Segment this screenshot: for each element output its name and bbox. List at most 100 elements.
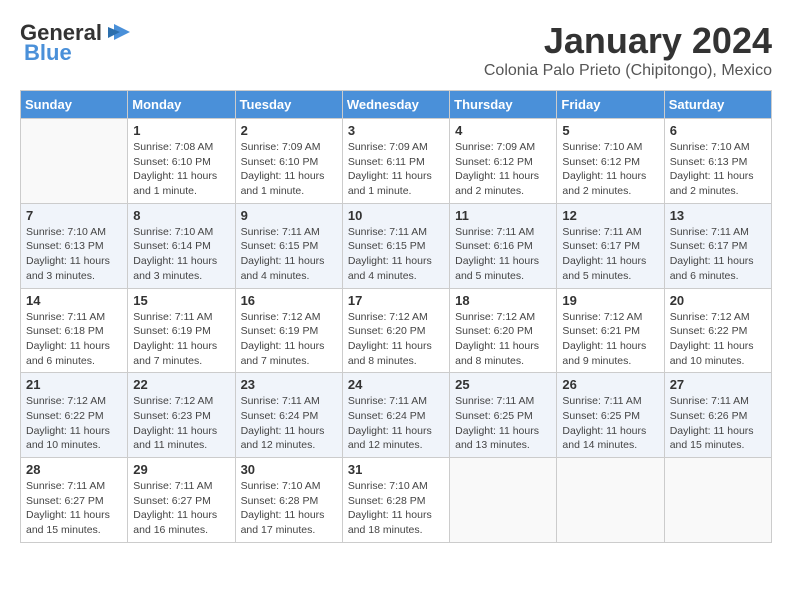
location-title: Colonia Palo Prieto (Chipitongo), Mexico bbox=[484, 62, 772, 80]
calendar-header-thursday: Thursday bbox=[450, 91, 557, 119]
day-number: 2 bbox=[241, 123, 337, 138]
day-number: 1 bbox=[133, 123, 229, 138]
calendar-header-wednesday: Wednesday bbox=[342, 91, 449, 119]
day-info: Sunrise: 7:12 AM Sunset: 6:23 PM Dayligh… bbox=[133, 394, 229, 453]
calendar-cell: 2 Sunrise: 7:09 AM Sunset: 6:10 PM Daylig… bbox=[235, 119, 342, 204]
calendar-cell: 8 Sunrise: 7:10 AM Sunset: 6:14 PM Daylig… bbox=[128, 203, 235, 288]
day-info: Sunrise: 7:11 AM Sunset: 6:18 PM Dayligh… bbox=[26, 310, 122, 369]
day-number: 10 bbox=[348, 208, 444, 223]
calendar-cell: 3 Sunrise: 7:09 AM Sunset: 6:11 PM Daylig… bbox=[342, 119, 449, 204]
day-info: Sunrise: 7:12 AM Sunset: 6:20 PM Dayligh… bbox=[455, 310, 551, 369]
calendar-cell: 4 Sunrise: 7:09 AM Sunset: 6:12 PM Daylig… bbox=[450, 119, 557, 204]
day-info: Sunrise: 7:11 AM Sunset: 6:19 PM Dayligh… bbox=[133, 310, 229, 369]
calendar-cell: 9Sunrise: 7:11 AM Sunset: 6:15 PM Daylig… bbox=[235, 203, 342, 288]
logo-icon bbox=[104, 22, 132, 44]
day-info: Sunrise: 7:12 AM Sunset: 6:21 PM Dayligh… bbox=[562, 310, 658, 369]
calendar-cell: 13 Sunrise: 7:11 AM Sunset: 6:17 PM Dayli… bbox=[664, 203, 771, 288]
day-info: Sunrise: 7:09 AM Sunset: 6:11 PM Dayligh… bbox=[348, 140, 444, 199]
calendar-cell bbox=[450, 458, 557, 543]
day-number: 29 bbox=[133, 462, 229, 477]
calendar-cell: 5 Sunrise: 7:10 AM Sunset: 6:12 PM Daylig… bbox=[557, 119, 664, 204]
month-title: January 2024 bbox=[484, 20, 772, 62]
logo: General Blue bbox=[20, 20, 132, 66]
calendar-cell: 16Sunrise: 7:12 AM Sunset: 6:19 PM Dayli… bbox=[235, 288, 342, 373]
calendar-cell: 28Sunrise: 7:11 AM Sunset: 6:27 PM Dayli… bbox=[21, 458, 128, 543]
calendar-header-row: SundayMondayTuesdayWednesdayThursdayFrid… bbox=[21, 91, 772, 119]
calendar-cell: 31Sunrise: 7:10 AM Sunset: 6:28 PM Dayli… bbox=[342, 458, 449, 543]
day-number: 3 bbox=[348, 123, 444, 138]
calendar-week-row: 28 Sunrise: 7:11 AM Sunset: 6:27 PM Dayli… bbox=[21, 458, 772, 543]
day-info: Sunrise: 7:09 AM Sunset: 6:10 PM Dayligh… bbox=[241, 140, 337, 199]
calendar-cell: 19 Sunrise: 7:12 AM Sunset: 6:21 PM Dayli… bbox=[557, 288, 664, 373]
calendar-cell: 11 Sunrise: 7:11 AM Sunset: 6:16 PM Dayli… bbox=[450, 203, 557, 288]
day-number: 4 bbox=[455, 123, 551, 138]
title-section: January 2024 Colonia Palo Prieto (Chipit… bbox=[484, 20, 772, 80]
day-info: Sunrise: 7:12 AM Sunset: 6:20 PM Dayligh… bbox=[348, 310, 444, 369]
day-number: 21 bbox=[26, 377, 122, 392]
calendar-cell: 30Sunrise: 7:10 AM Sunset: 6:28 PM Dayli… bbox=[235, 458, 342, 543]
calendar-cell: 14Sunrise: 7:11 AM Sunset: 6:18 PM Dayli… bbox=[21, 288, 128, 373]
calendar-table: SundayMondayTuesdayWednesdayThursdayFrid… bbox=[20, 90, 772, 543]
day-number: 20 bbox=[670, 293, 766, 308]
day-info: Sunrise: 7:10 AM Sunset: 6:28 PM Dayligh… bbox=[241, 479, 337, 538]
calendar-cell: 1Sunrise: 7:08 AM Sunset: 6:10 PM Daylig… bbox=[128, 119, 235, 204]
day-info: Sunrise: 7:11 AM Sunset: 6:17 PM Dayligh… bbox=[562, 225, 658, 284]
day-info: Sunrise: 7:10 AM Sunset: 6:13 PM Dayligh… bbox=[26, 225, 122, 284]
day-number: 15 bbox=[133, 293, 229, 308]
calendar-cell: 7 Sunrise: 7:10 AM Sunset: 6:13 PM Daylig… bbox=[21, 203, 128, 288]
calendar-header-friday: Friday bbox=[557, 91, 664, 119]
day-number: 22 bbox=[133, 377, 229, 392]
calendar-cell: 22 Sunrise: 7:12 AM Sunset: 6:23 PM Dayli… bbox=[128, 373, 235, 458]
day-info: Sunrise: 7:10 AM Sunset: 6:12 PM Dayligh… bbox=[562, 140, 658, 199]
day-number: 23 bbox=[241, 377, 337, 392]
calendar-week-row: 14Sunrise: 7:11 AM Sunset: 6:18 PM Dayli… bbox=[21, 288, 772, 373]
calendar-header-sunday: Sunday bbox=[21, 91, 128, 119]
day-number: 13 bbox=[670, 208, 766, 223]
day-info: Sunrise: 7:09 AM Sunset: 6:12 PM Dayligh… bbox=[455, 140, 551, 199]
day-info: Sunrise: 7:11 AM Sunset: 6:16 PM Dayligh… bbox=[455, 225, 551, 284]
page-header: General Blue January 2024 Colonia Palo P… bbox=[20, 20, 772, 80]
calendar-week-row: 21 Sunrise: 7:12 AM Sunset: 6:22 PM Dayli… bbox=[21, 373, 772, 458]
calendar-cell: 6Sunrise: 7:10 AM Sunset: 6:13 PM Daylig… bbox=[664, 119, 771, 204]
day-info: Sunrise: 7:11 AM Sunset: 6:24 PM Dayligh… bbox=[241, 394, 337, 453]
day-info: Sunrise: 7:10 AM Sunset: 6:14 PM Dayligh… bbox=[133, 225, 229, 284]
day-number: 9 bbox=[241, 208, 337, 223]
day-number: 19 bbox=[562, 293, 658, 308]
calendar-cell: 25Sunrise: 7:11 AM Sunset: 6:25 PM Dayli… bbox=[450, 373, 557, 458]
day-number: 11 bbox=[455, 208, 551, 223]
day-number: 24 bbox=[348, 377, 444, 392]
day-number: 7 bbox=[26, 208, 122, 223]
day-info: Sunrise: 7:11 AM Sunset: 6:25 PM Dayligh… bbox=[562, 394, 658, 453]
day-info: Sunrise: 7:11 AM Sunset: 6:24 PM Dayligh… bbox=[348, 394, 444, 453]
day-info: Sunrise: 7:12 AM Sunset: 6:22 PM Dayligh… bbox=[26, 394, 122, 453]
calendar-cell: 21 Sunrise: 7:12 AM Sunset: 6:22 PM Dayli… bbox=[21, 373, 128, 458]
calendar-cell: 24 Sunrise: 7:11 AM Sunset: 6:24 PM Dayli… bbox=[342, 373, 449, 458]
day-number: 6 bbox=[670, 123, 766, 138]
day-info: Sunrise: 7:11 AM Sunset: 6:27 PM Dayligh… bbox=[133, 479, 229, 538]
day-number: 28 bbox=[26, 462, 122, 477]
calendar-cell: 18Sunrise: 7:12 AM Sunset: 6:20 PM Dayli… bbox=[450, 288, 557, 373]
calendar-header-tuesday: Tuesday bbox=[235, 91, 342, 119]
calendar-week-row: 1Sunrise: 7:08 AM Sunset: 6:10 PM Daylig… bbox=[21, 119, 772, 204]
calendar-cell: 23 Sunrise: 7:11 AM Sunset: 6:24 PM Dayli… bbox=[235, 373, 342, 458]
logo-blue: Blue bbox=[24, 40, 72, 66]
calendar-body: 1Sunrise: 7:08 AM Sunset: 6:10 PM Daylig… bbox=[21, 119, 772, 543]
day-number: 5 bbox=[562, 123, 658, 138]
day-number: 16 bbox=[241, 293, 337, 308]
calendar-cell: 29 Sunrise: 7:11 AM Sunset: 6:27 PM Dayli… bbox=[128, 458, 235, 543]
calendar-week-row: 7 Sunrise: 7:10 AM Sunset: 6:13 PM Daylig… bbox=[21, 203, 772, 288]
day-number: 26 bbox=[562, 377, 658, 392]
day-info: Sunrise: 7:11 AM Sunset: 6:17 PM Dayligh… bbox=[670, 225, 766, 284]
calendar-cell: 27Sunrise: 7:11 AM Sunset: 6:26 PM Dayli… bbox=[664, 373, 771, 458]
day-number: 25 bbox=[455, 377, 551, 392]
day-info: Sunrise: 7:10 AM Sunset: 6:28 PM Dayligh… bbox=[348, 479, 444, 538]
calendar-cell: 15 Sunrise: 7:11 AM Sunset: 6:19 PM Dayli… bbox=[128, 288, 235, 373]
calendar-cell: 17 Sunrise: 7:12 AM Sunset: 6:20 PM Dayli… bbox=[342, 288, 449, 373]
day-info: Sunrise: 7:12 AM Sunset: 6:22 PM Dayligh… bbox=[670, 310, 766, 369]
calendar-cell: 10Sunrise: 7:11 AM Sunset: 6:15 PM Dayli… bbox=[342, 203, 449, 288]
calendar-header-saturday: Saturday bbox=[664, 91, 771, 119]
day-number: 27 bbox=[670, 377, 766, 392]
day-number: 17 bbox=[348, 293, 444, 308]
day-number: 8 bbox=[133, 208, 229, 223]
day-number: 12 bbox=[562, 208, 658, 223]
